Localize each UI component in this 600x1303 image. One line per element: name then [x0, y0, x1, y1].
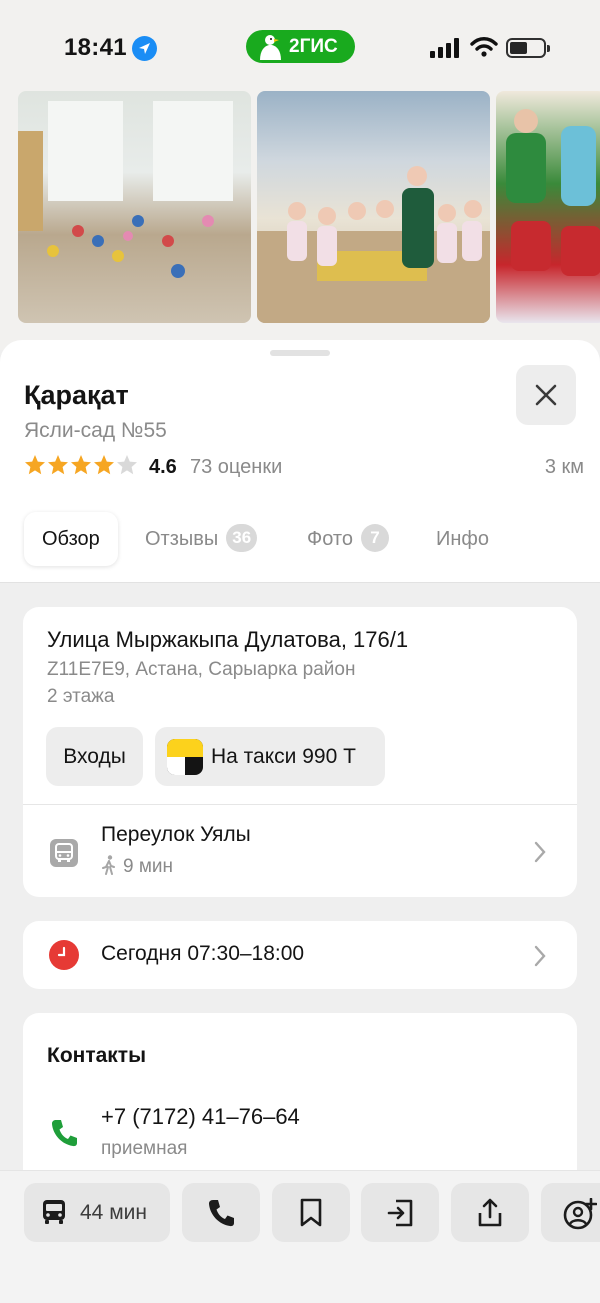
- reviews-count-badge: 36: [226, 524, 258, 552]
- rating-row[interactable]: 4.6 73 оценки 3 км: [24, 453, 584, 479]
- tab-photos[interactable]: Фото 7: [307, 512, 389, 566]
- brand-badge[interactable]: 2ГИС: [246, 30, 355, 63]
- contacts-title: Контакты: [47, 1044, 147, 1067]
- tab-bar: Обзор Отзывы 36 Фото 7 Инфо: [24, 512, 584, 566]
- hours-card[interactable]: Сегодня 07:30–18:00: [23, 921, 577, 989]
- route-button[interactable]: 44 мин: [24, 1183, 170, 1242]
- chevron-right-icon[interactable]: [533, 841, 547, 863]
- brand-duck-icon: [260, 35, 281, 60]
- tab-info[interactable]: Инфо: [436, 512, 489, 566]
- wifi-icon: [470, 37, 498, 57]
- walk-time: 9 мин: [101, 855, 173, 878]
- bookmark-button[interactable]: [272, 1183, 350, 1242]
- route-time: 44 мин: [80, 1201, 147, 1224]
- bus-icon: [43, 1200, 65, 1224]
- sheet-drag-handle[interactable]: [270, 350, 330, 356]
- gallery-photo[interactable]: [496, 91, 600, 323]
- enter-navigation-button[interactable]: [361, 1183, 439, 1242]
- phone-note: приемная: [101, 1138, 188, 1159]
- address-card: Улица Мыржакыпа Дулатова, 176/1 Z11E7E9,…: [23, 607, 577, 897]
- bottom-action-bar: 44 мин: [0, 1170, 600, 1303]
- place-header: Қарақат Ясли-сад №55 4.6 73 оценки 3 км …: [0, 340, 600, 583]
- enter-icon: [387, 1199, 413, 1227]
- clock-icon: [49, 940, 79, 970]
- photo-gallery[interactable]: [0, 90, 600, 350]
- phone-number[interactable]: +7 (7172) 41‒76‒64: [101, 1104, 300, 1130]
- close-icon: [535, 384, 557, 406]
- walking-person-icon: [102, 855, 115, 875]
- transit-stop-name[interactable]: Переулок Уялы: [101, 823, 251, 847]
- tab-overview[interactable]: Обзор: [24, 512, 118, 566]
- distance: 3 км: [544, 456, 584, 478]
- rating-value: 4.6: [149, 456, 177, 478]
- address-details: Z11E7E9, Астана, Сарыарка район: [47, 659, 356, 680]
- bookmark-icon: [300, 1198, 322, 1227]
- place-category: Ясли-сад №55: [24, 419, 167, 442]
- status-time: 18:41: [64, 34, 127, 61]
- phone-icon: [208, 1200, 234, 1227]
- share-button[interactable]: [451, 1183, 529, 1242]
- taxi-logo-icon: [167, 739, 203, 775]
- gallery-photo[interactable]: [257, 91, 490, 323]
- phone-icon[interactable]: [50, 1118, 78, 1148]
- taxi-label: На такси 990 Т: [211, 745, 356, 768]
- place-card-sheet: Қарақат Ясли-сад №55 4.6 73 оценки 3 км …: [0, 340, 600, 1303]
- photos-count-badge: 7: [360, 524, 389, 552]
- brand-name: 2ГИС: [289, 36, 338, 57]
- gallery-photo[interactable]: [18, 91, 251, 323]
- close-button[interactable]: [516, 365, 576, 425]
- cellular-signal-icon: [430, 38, 459, 58]
- divider: [23, 804, 577, 805]
- rating-stars-icon: [25, 455, 137, 475]
- battery-icon: [506, 38, 550, 58]
- call-button[interactable]: [182, 1183, 260, 1242]
- status-bar: 18:41 2ГИС: [0, 0, 600, 90]
- location-arrow-icon: [132, 36, 157, 61]
- chevron-right-icon[interactable]: [533, 945, 547, 967]
- share-icon: [478, 1198, 502, 1227]
- add-person-icon: [563, 1198, 597, 1230]
- address-street[interactable]: Улица Мыржакыпа Дулатова, 176/1: [47, 627, 408, 653]
- place-title: Қарақат: [24, 380, 129, 410]
- opening-hours: Сегодня 07:30–18:00: [101, 942, 305, 965]
- bus-stop-icon: [50, 839, 78, 867]
- taxi-button[interactable]: На такси 990 Т: [155, 727, 385, 786]
- add-contact-button[interactable]: [541, 1183, 600, 1242]
- rating-count: 73 оценки: [190, 456, 283, 478]
- floors-info: 2 этажа: [47, 686, 115, 707]
- entries-button[interactable]: Входы: [46, 727, 143, 786]
- tab-reviews[interactable]: Отзывы 36: [145, 512, 258, 566]
